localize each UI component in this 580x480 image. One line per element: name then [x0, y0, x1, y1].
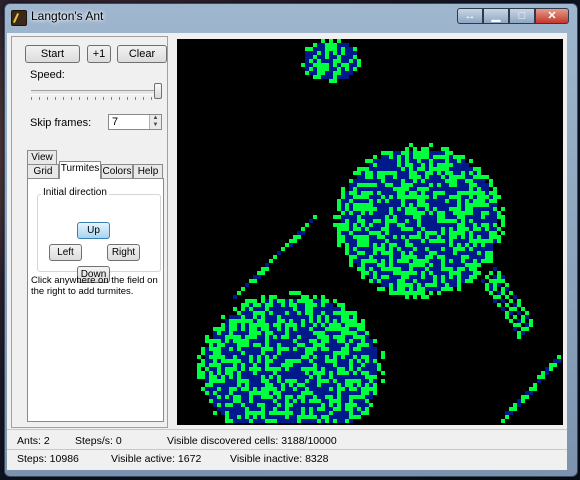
title-bar[interactable]: Langton's Ant ↔ ▁ □ ✕	[5, 4, 577, 30]
close-icon: ✕	[547, 10, 557, 22]
resize-button[interactable]: ↔	[457, 8, 483, 24]
visible-discovered-cells: Visible discovered cells: 3188/10000	[167, 435, 337, 447]
tab-turmites[interactable]: Turmites	[59, 161, 101, 179]
window-title: Langton's Ant	[31, 9, 104, 23]
tab-view[interactable]: View	[27, 150, 57, 165]
speed-slider-ticks	[31, 97, 159, 100]
speed-slider-thumb[interactable]	[154, 83, 162, 99]
ant-icon	[11, 10, 27, 26]
clear-button[interactable]: Clear	[117, 45, 167, 63]
skip-frames-value[interactable]: 7	[112, 116, 118, 128]
steps-per-second: Steps/s: 0	[75, 435, 122, 447]
visible-inactive: Visible inactive: 8328	[230, 453, 329, 465]
resize-icon: ↔	[464, 10, 476, 22]
visible-active: Visible active: 1672	[111, 453, 202, 465]
tab-colors[interactable]: Colors	[101, 164, 133, 179]
close-button[interactable]: ✕	[535, 8, 569, 24]
spin-up-icon[interactable]: ▲	[149, 115, 161, 122]
initial-direction-label: Initial direction	[41, 187, 109, 198]
tab-grid[interactable]: Grid	[27, 164, 59, 179]
tab-help[interactable]: Help	[133, 164, 163, 179]
direction-left-button[interactable]: Left	[49, 244, 82, 261]
ants-count: Ants: 2	[17, 435, 50, 447]
turmites-tab-panel: Up Left Right Down Initial direction Cli…	[27, 178, 164, 422]
ant-grid-canvas[interactable]	[177, 39, 563, 425]
status-bar: Ants: 2 Steps/s: 0 Visible discovered ce…	[7, 429, 567, 470]
minimize-button[interactable]: ▁	[483, 8, 509, 24]
maximize-button[interactable]: □	[509, 8, 535, 24]
speed-label: Speed:	[30, 69, 65, 81]
direction-up-button[interactable]: Up	[77, 222, 110, 239]
skip-frames-spinner[interactable]: 7 ▲ ▼	[108, 114, 162, 130]
spin-down-icon[interactable]: ▼	[149, 122, 161, 129]
minimize-icon: ▁	[491, 10, 501, 22]
start-button[interactable]: Start	[25, 45, 80, 63]
step-button[interactable]: +1	[87, 45, 111, 63]
ant-field[interactable]	[177, 39, 563, 425]
control-panel: Start +1 Clear Speed: Skip frames: 7 ▲ ▼…	[11, 36, 168, 428]
skip-frames-label: Skip frames:	[30, 117, 92, 129]
maximize-icon: □	[518, 10, 526, 22]
direction-right-button[interactable]: Right	[107, 244, 140, 261]
steps-count: Steps: 10986	[17, 453, 79, 465]
initial-direction-group: Up Left Right Down	[37, 194, 161, 283]
turmites-hint: Click anywhere on the field on the right…	[31, 275, 158, 297]
status-row-2: Steps: 10986 Visible active: 1672 Visibl…	[7, 450, 567, 468]
status-row-1: Ants: 2 Steps/s: 0 Visible discovered ce…	[7, 432, 567, 450]
client-area: Start +1 Clear Speed: Skip frames: 7 ▲ ▼…	[7, 33, 567, 470]
speed-slider-track[interactable]	[31, 90, 159, 95]
